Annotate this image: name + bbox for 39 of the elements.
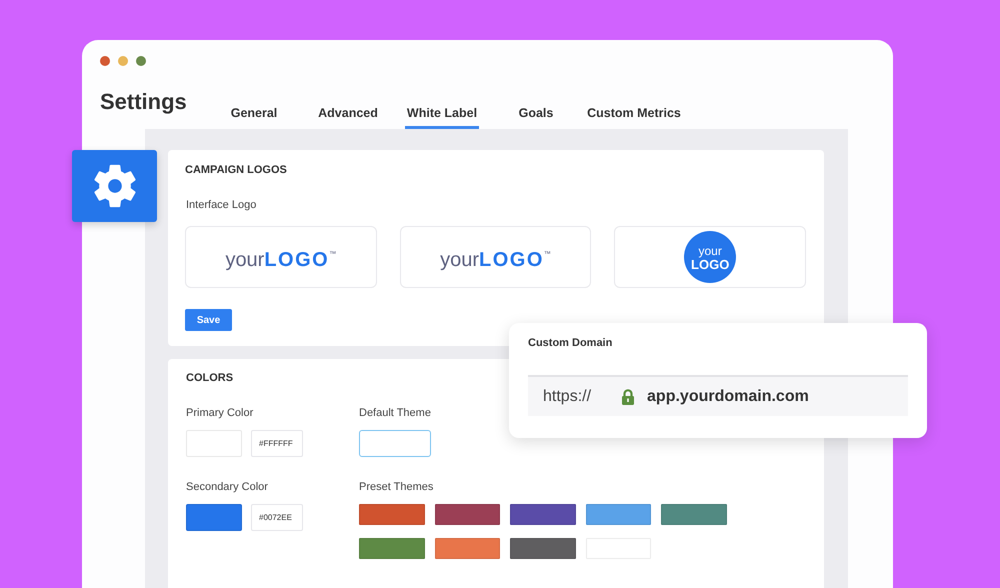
section-heading: COLORS <box>186 371 234 385</box>
field-label: Default Theme <box>359 406 432 420</box>
theme-swatch-icon[interactable] <box>510 504 576 525</box>
settings-tab[interactable]: White Label <box>395 66 489 129</box>
field-label: Interface Logo <box>185 198 258 212</box>
domain-value: app.yourdomain.com <box>647 388 809 406</box>
domain-field[interactable]: https:// app.yourdomain.com <box>528 375 908 416</box>
page-title: Settings <box>100 89 187 115</box>
theme-field[interactable] <box>359 430 431 457</box>
theme-swatch-icon[interactable] <box>359 504 424 525</box>
hex-field[interactable]: #0072EE <box>251 504 303 531</box>
window-control-icon[interactable] <box>118 56 128 66</box>
theme-swatch-icon[interactable] <box>434 538 500 559</box>
field-label: Primary Color <box>186 406 254 420</box>
settings-tab[interactable]: General <box>207 66 301 129</box>
field-label: Secondary Color <box>186 480 269 494</box>
round-logo: your LOGO <box>684 231 736 283</box>
theme-swatch-icon[interactable] <box>510 538 576 559</box>
settings-tab[interactable]: Advanced <box>301 66 395 129</box>
logo-tile[interactable]: yourLOGO$^{™}$ <box>185 226 377 288</box>
logo-tile[interactable]: yourLOGO$^{™}$ <box>400 226 592 288</box>
hex-field[interactable]: #FFFFFF <box>251 430 303 457</box>
section-heading: CAMPAIGN LOGOS <box>185 163 288 177</box>
field-label: Preset Themes <box>359 480 434 494</box>
settings-tab[interactable]: Goals <box>489 66 583 129</box>
theme-swatch-icon[interactable] <box>586 504 651 525</box>
url-prefix: https:// <box>543 388 592 406</box>
theme-swatch-icon[interactable] <box>661 504 726 525</box>
popup-title: Custom Domain <box>528 336 614 350</box>
logo-wordmark: yourLOGO$^{™}$ <box>225 248 336 272</box>
logo-wordmark: yourLOGO$^{™}$ <box>440 248 551 272</box>
save-button[interactable]: Save <box>185 309 232 331</box>
theme-swatch-icon[interactable] <box>434 504 500 525</box>
window-control-icon[interactable] <box>136 56 146 66</box>
theme-swatch-icon[interactable] <box>359 538 424 559</box>
color-swatch-icon[interactable] <box>186 504 242 531</box>
logo-tile[interactable]: your LOGO <box>614 226 806 288</box>
window-control-icon[interactable] <box>100 56 110 66</box>
settings-tab[interactable]: Custom Metrics <box>583 66 685 129</box>
